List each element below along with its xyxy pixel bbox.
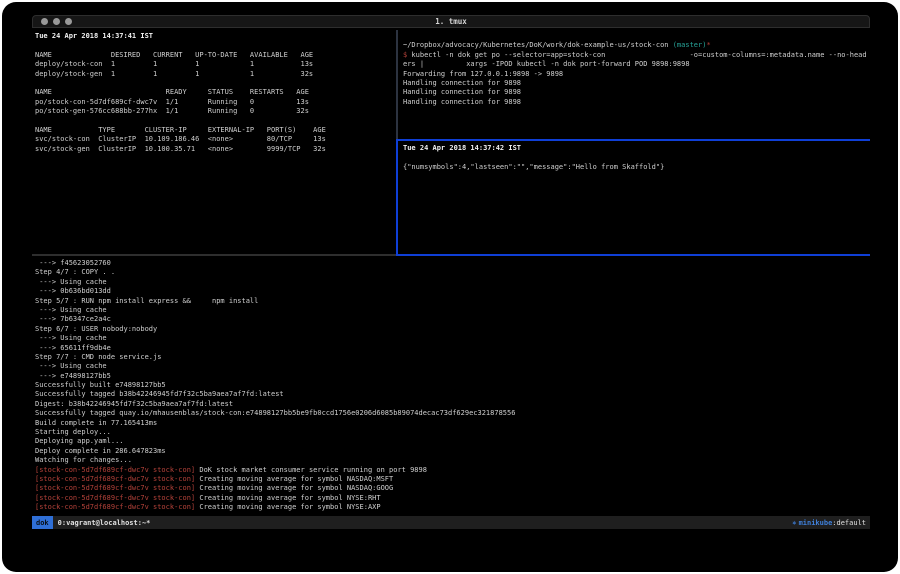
pane-port-forward[interactable]: ~/Dropbox/advocacy/Kubernetes/DoK/work/d…: [400, 30, 870, 139]
terminal-line: Step 4/7 : COPY . .: [35, 268, 867, 277]
terminal-line: [35, 117, 393, 126]
terminal-line: [stock-con-5d7df689cf-dwc7v stock-con] C…: [35, 494, 867, 503]
terminal-line: po/stock-gen-576cc688bb-277hx 1/1 Runnin…: [35, 107, 393, 116]
terminal-line: Forwarding from 127.0.0.1:9898 -> 9898: [403, 70, 867, 79]
terminal-line: Successfully tagged b38b42246945fd7f32c5…: [35, 390, 867, 399]
terminal-line: Step 7/7 : CMD node service.js: [35, 353, 867, 362]
terminal-line: ---> Using cache: [35, 334, 867, 343]
terminal-line: ---> f45623052760: [35, 259, 867, 268]
pane-border-horizontal-inactive[interactable]: [32, 254, 396, 256]
pane-border-vertical-active[interactable]: [396, 139, 398, 256]
terminal-line: [stock-con-5d7df689cf-dwc7v stock-con] D…: [35, 466, 867, 475]
status-right: ⎈ minikube :default: [792, 519, 866, 527]
terminal-line: Build complete in 77.165413ms: [35, 419, 867, 428]
terminal-line: [stock-con-5d7df689cf-dwc7v stock-con] C…: [35, 475, 867, 484]
terminal-line: Deploy complete in 286.647823ms: [35, 447, 867, 456]
terminal-line: [403, 153, 867, 162]
kube-context-label: minikube: [799, 519, 833, 527]
terminal-line: ---> 0b636bd013dd: [35, 287, 867, 296]
terminal-line: Successfully tagged quay.io/mhausenblas/…: [35, 409, 867, 418]
terminal-line: svc/stock-con ClusterIP 10.109.186.46 <n…: [35, 135, 393, 144]
terminal-line: Successfully built e74898127bb5: [35, 381, 867, 390]
terminal-line: Tue 24 Apr 2018 14:37:41 IST: [35, 32, 393, 41]
session-name-badge[interactable]: dok: [32, 516, 53, 529]
status-left: dok 0:vagrant@localhost:~*: [32, 516, 150, 529]
pane-kubectl-watch[interactable]: Tue 24 Apr 2018 14:37:41 IST NAME DESIRE…: [32, 30, 396, 254]
window-titlebar[interactable]: 1. tmux: [32, 15, 870, 28]
terminal-line: Watching for changes...: [35, 456, 867, 465]
terminal-line: ---> 7b6347ce2a4c: [35, 315, 867, 324]
terminal-line: Handling connection for 9898: [403, 98, 867, 107]
terminal-line: ---> e74898127bb5: [35, 372, 867, 381]
terminal-line: Starting deploy...: [35, 428, 867, 437]
terminal-line: Tue 24 Apr 2018 14:37:42 IST: [403, 144, 867, 153]
terminal-line: NAME DESIRED CURRENT UP-TO-DATE AVAILABL…: [35, 51, 393, 60]
terminal-line: NAME READY STATUS RESTARTS AGE: [35, 88, 393, 97]
terminal-line: Step 5/7 : RUN npm install express && np…: [35, 297, 867, 306]
terminal-line: {"numsymbols":4,"lastseen":"","message":…: [403, 163, 867, 172]
terminal-line: $ kubectl -n dok get po --selector=app=s…: [403, 51, 867, 60]
terminal-line: NAME TYPE CLUSTER-IP EXTERNAL-IP PORT(S)…: [35, 126, 393, 135]
terminal-line: [35, 41, 393, 50]
terminal-screen: 1. tmux Tue 24 Apr 2018 14:37:41 IST NAM…: [2, 2, 898, 572]
terminal-line: [stock-con-5d7df689cf-dwc7v stock-con] C…: [35, 503, 867, 512]
terminal-line: svc/stock-gen ClusterIP 10.100.35.71 <no…: [35, 145, 393, 154]
terminal-line: Handling connection for 9898: [403, 88, 867, 97]
pane-border-vertical-inactive[interactable]: [396, 30, 398, 139]
terminal-line: [403, 32, 867, 41]
page-background: 1. tmux Tue 24 Apr 2018 14:37:41 IST NAM…: [0, 0, 900, 574]
kube-namespace-label: :default: [832, 519, 866, 527]
terminal-line: Deploying app.yaml...: [35, 437, 867, 446]
window-title: 1. tmux: [33, 17, 869, 26]
window-list-item[interactable]: 0:vagrant@localhost:~*: [58, 519, 151, 527]
terminal-line: Digest: b38b42246945fd7f32c5ba9aea7af7fd…: [35, 400, 867, 409]
pane-border-horizontal-active-right[interactable]: [396, 254, 870, 256]
terminal-line: ---> Using cache: [35, 362, 867, 371]
terminal-line: ers | xargs -IPOD kubectl -n dok port-fo…: [403, 60, 867, 69]
terminal-line: [35, 79, 393, 88]
pane-service-response[interactable]: Tue 24 Apr 2018 14:37:42 IST {"numsymbol…: [400, 142, 870, 254]
pane-border-horizontal-active[interactable]: [396, 139, 870, 141]
terminal-line: deploy/stock-con 1 1 1 1 13s: [35, 60, 393, 69]
terminal-line: po/stock-con-5d7df689cf-dwc7v 1/1 Runnin…: [35, 98, 393, 107]
terminal-line: Step 6/7 : USER nobody:nobody: [35, 325, 867, 334]
terminal-line: ---> 65611ff9db4e: [35, 344, 867, 353]
terminal-line: Handling connection for 9898: [403, 79, 867, 88]
terminal-line: ---> Using cache: [35, 306, 867, 315]
terminal-line: ---> Using cache: [35, 278, 867, 287]
tmux-status-bar: dok 0:vagrant@localhost:~* ⎈ minikube :d…: [32, 516, 870, 529]
kubernetes-helm-icon: ⎈: [792, 519, 796, 527]
terminal-line: [stock-con-5d7df689cf-dwc7v stock-con] C…: [35, 484, 867, 493]
pane-skaffold-build[interactable]: ---> f45623052760Step 4/7 : COPY . . ---…: [32, 257, 870, 513]
terminal-line: ~/Dropbox/advocacy/Kubernetes/DoK/work/d…: [403, 41, 867, 50]
terminal-line: deploy/stock-gen 1 1 1 1 32s: [35, 70, 393, 79]
